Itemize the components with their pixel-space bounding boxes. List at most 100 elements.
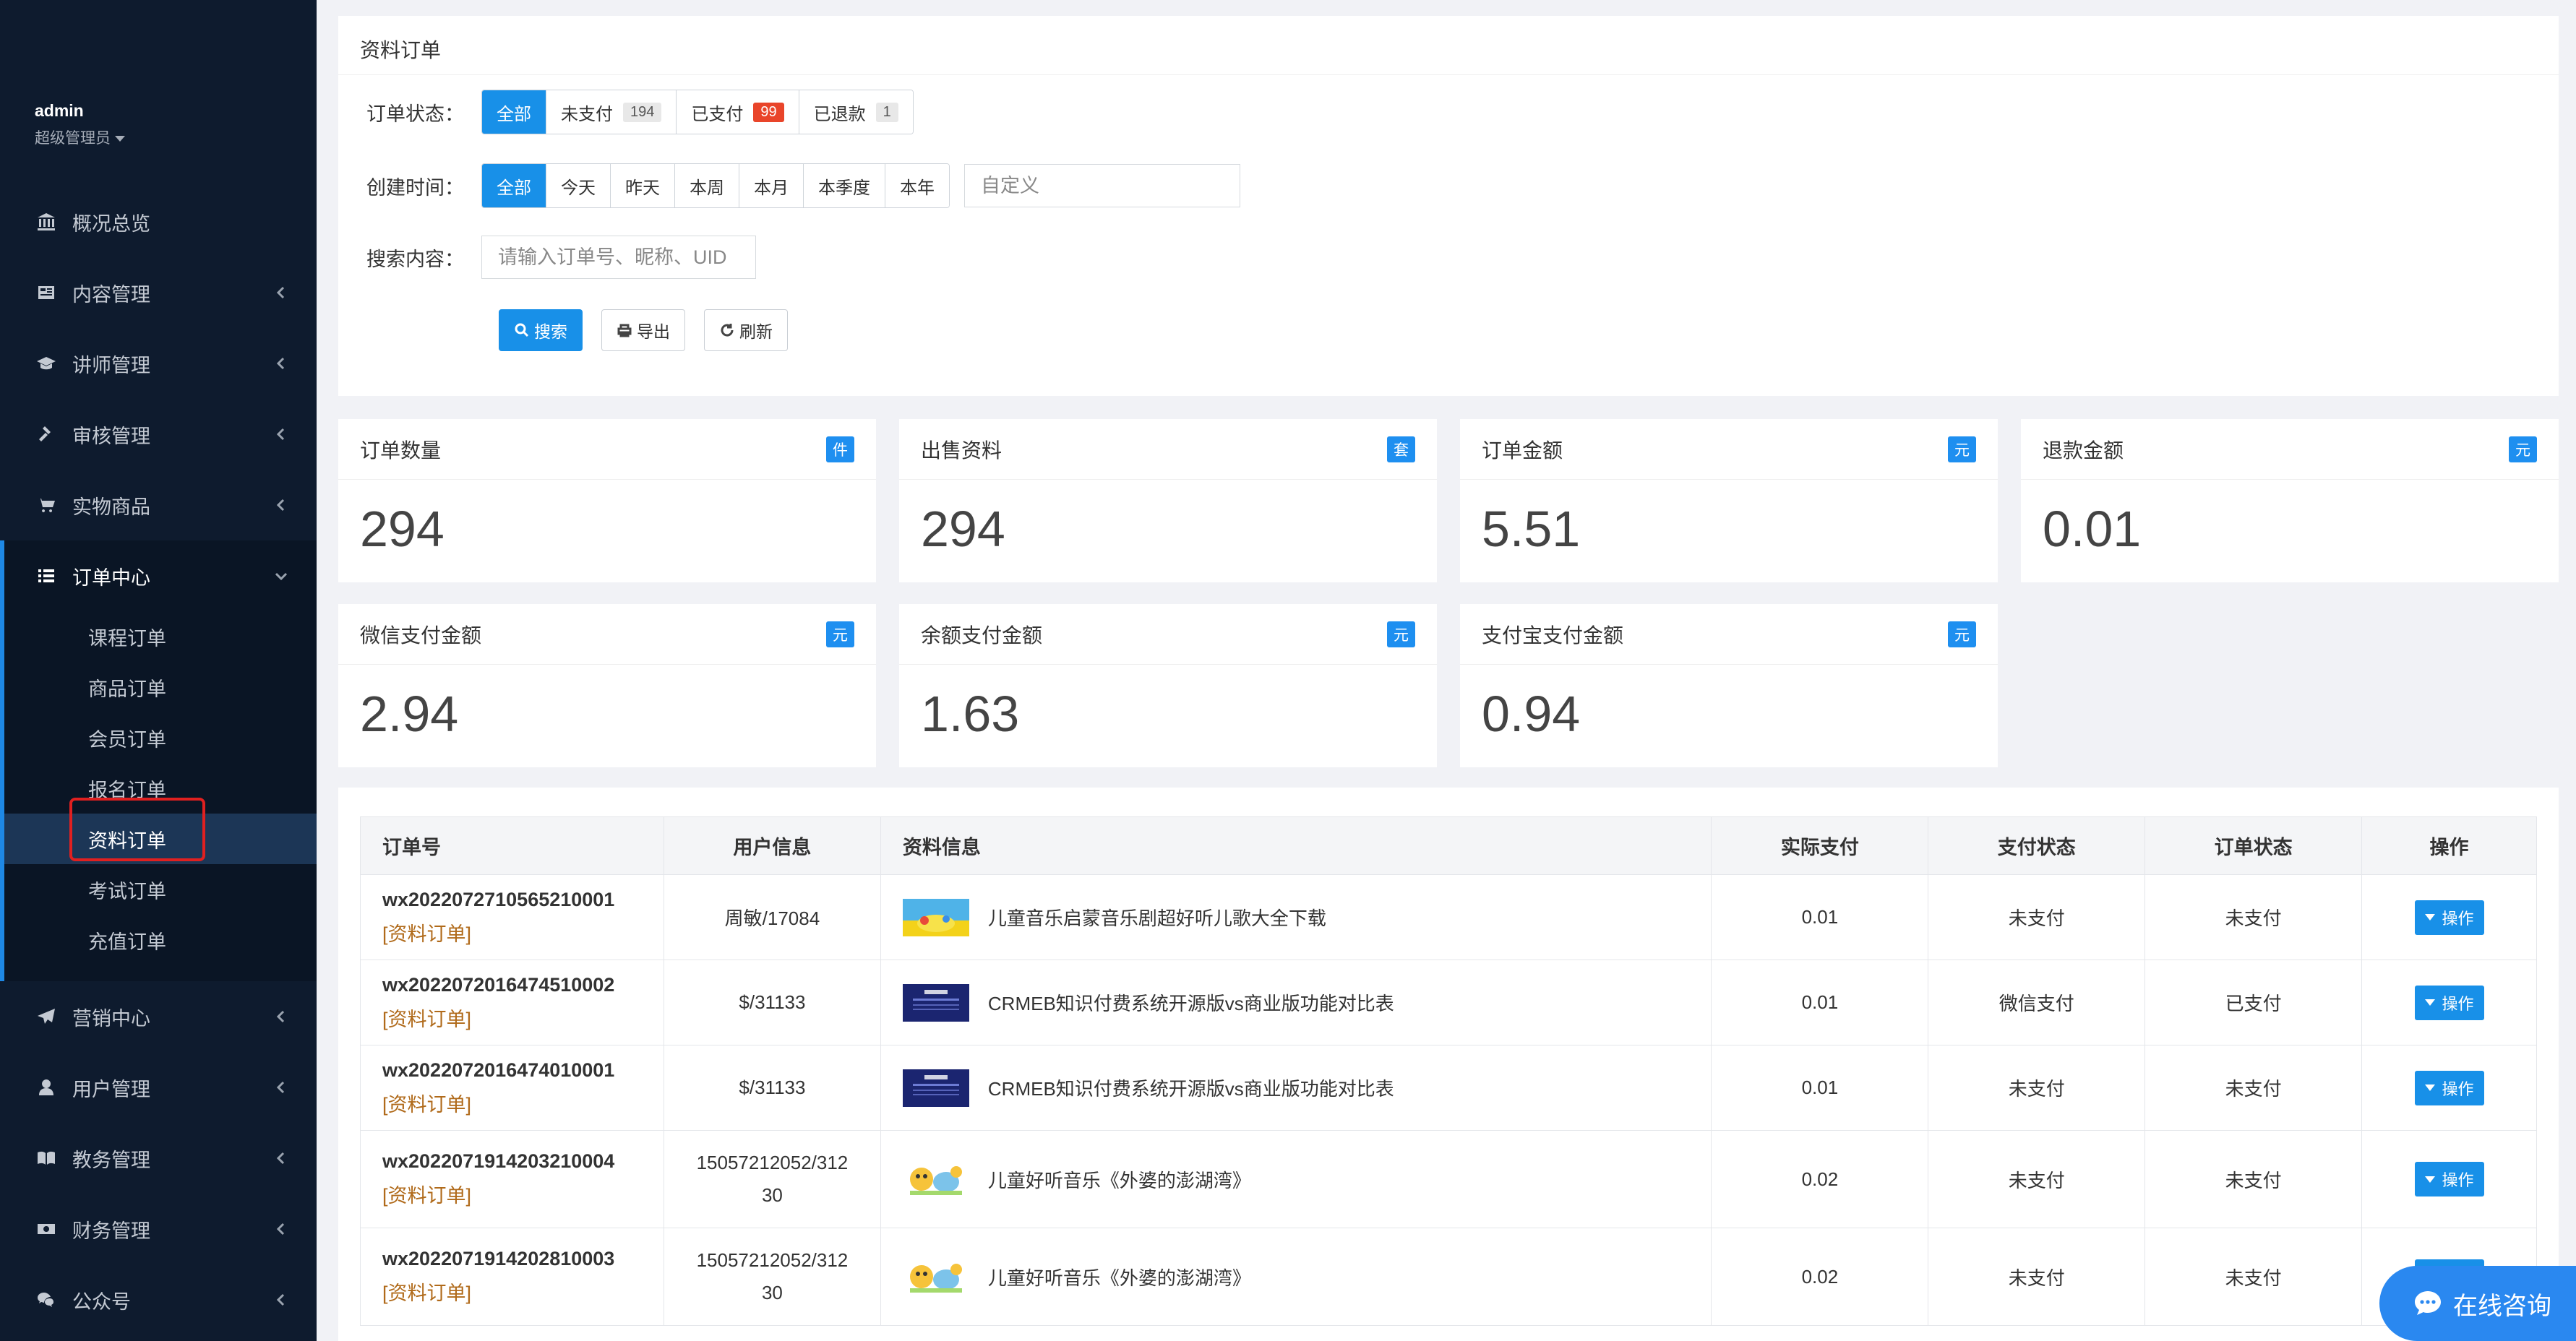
user-info-cell: 周敏/17084 [663,874,881,960]
count-badge: 194 [623,102,662,122]
nav-label: 订单中心 [72,566,150,589]
order-status: 未支付 [2144,1228,2363,1326]
online-consult-button[interactable]: 在线咨询 [2379,1266,2576,1341]
time-month-button[interactable]: 本月 [739,164,804,207]
operation-label: 操作 [2442,994,2474,1013]
material-title[interactable]: 儿童音乐启蒙音乐剧超好听儿歌大全下载 [988,904,1326,931]
stat-title: 微信支付金额 [360,624,482,647]
custom-date-input[interactable] [964,164,1240,207]
orders-table: 订单号 用户信息 资料信息 实际支付 支付状态 订单状态 操作 wx202207… [360,816,2537,1326]
time-quarter-button[interactable]: 本季度 [804,164,885,207]
nav-label: 审核管理 [72,425,150,447]
operation-cell: 操作 [2361,960,2537,1045]
user-role[interactable]: 超级管理员 [35,126,317,148]
nav-item-academic[interactable]: 教务管理 [0,1123,317,1194]
material-info: 儿童好听音乐《外婆的澎湖湾》 [881,1160,1712,1198]
status-unpaid-button[interactable]: 未支付 194 [546,90,677,134]
col-order-status: 订单状态 [2144,816,2363,875]
sub-item-recharge-order[interactable]: 充值订单 [4,915,317,965]
status-label: 订单状态： [366,103,464,125]
nav-item-wechat[interactable]: 公众号 [0,1264,317,1335]
order-type-tag: [资料订单] [382,923,472,945]
material-info-cell: 儿童音乐启蒙音乐剧超好听儿歌大全下载 [880,874,1712,960]
search-row: 搜索内容： [360,236,756,279]
sub-item-course-order[interactable]: 课程订单 [4,611,317,662]
cart-icon [35,495,58,515]
order-number: wx2022072710565210001 [382,888,615,910]
nav-label: 概况总览 [72,212,150,235]
search-button[interactable]: 搜索 [499,309,583,351]
time-today-button[interactable]: 今天 [546,164,611,207]
pay-status: 未支付 [1928,874,2146,960]
nav-item-overview[interactable]: 概况总览 [0,186,317,257]
graduation-cap-icon [35,353,58,374]
order-status: 未支付 [2144,1130,2363,1228]
status-refunded-button[interactable]: 已退款 1 [799,90,913,134]
export-button[interactable]: 导出 [601,309,685,351]
nav-item-content[interactable]: 内容管理 [0,257,317,328]
status-paid-button[interactable]: 已支付 99 [677,90,799,134]
time-week-button[interactable]: 本周 [675,164,739,207]
newspaper-icon [35,283,58,303]
paper-plane-icon [35,1006,58,1027]
order-type-tag: [资料订单] [382,1185,472,1207]
nav-item-lecturer[interactable]: 讲师管理 [0,328,317,399]
material-title[interactable]: 儿童好听音乐《外婆的澎湖湾》 [988,1166,1251,1193]
refresh-button[interactable]: 刷新 [704,309,788,351]
material-title[interactable]: 儿童好听音乐《外婆的澎湖湾》 [988,1264,1251,1290]
stat-title: 出售资料 [921,439,1003,462]
nav-menu: 概况总览 内容管理 讲师管理 审核管理 实物商品 订单中心 课程订单 商品订单 … [0,186,317,1335]
nav-item-review[interactable]: 审核管理 [0,399,317,470]
status-all-button[interactable]: 全部 [482,90,546,134]
bank-icon [35,212,58,232]
nav-item-marketing[interactable]: 营销中心 [0,981,317,1052]
nav-item-users[interactable]: 用户管理 [0,1052,317,1123]
stat-card-wechat-pay: 微信支付金额 元 2.94 [338,604,876,767]
orders-table-panel: 订单号 用户信息 资料信息 实际支付 支付状态 订单状态 操作 wx202207… [338,788,2559,1341]
material-title[interactable]: CRMEB知识付费系统开源版vs商业版功能对比表 [988,1074,1394,1101]
chat-label: 在线咨询 [2453,1292,2551,1320]
order-type-tag: [资料订单] [382,1282,472,1304]
material-info: 儿童好听音乐《外婆的澎湖湾》 [881,1258,1712,1295]
material-info: CRMEB知识付费系统开源版vs商业版功能对比表 [881,983,1712,1022]
book-icon [35,1148,58,1168]
sub-item-goods-order[interactable]: 商品订单 [4,662,317,712]
search-input[interactable] [481,236,756,279]
pay-status: 微信支付 [1928,960,2146,1045]
operation-dropdown-button[interactable]: 操作 [2414,1162,2484,1196]
user-profile[interactable]: admin 超级管理员 [0,0,317,186]
order-number: wx2022071914203210004 [382,1150,615,1172]
operation-dropdown-button[interactable]: 操作 [2414,900,2484,935]
operation-dropdown-button[interactable]: 操作 [2414,985,2484,1020]
time-yesterday-button[interactable]: 昨天 [611,164,675,207]
table-row: wx2022072710565210001 [资料订单] 周敏/17084 儿童音乐启… [360,874,2537,960]
order-status: 未支付 [2144,874,2363,960]
list-icon [35,566,58,586]
material-info-cell: 儿童好听音乐《外婆的澎湖湾》 [880,1130,1712,1228]
nav-item-finance[interactable]: 财务管理 [0,1194,317,1264]
operation-cell: 操作 [2361,1130,2537,1228]
material-thumbnail [902,1258,969,1295]
unit-tag: 元 [1387,621,1415,647]
chat-bubble-icon [2415,1291,2441,1315]
order-number: wx2022071914202810003 [382,1248,615,1269]
table-row: wx2022071914203210004 [资料订单] 15057212052/3… [360,1130,2537,1228]
search-label: 搜索内容： [366,248,464,270]
material-title[interactable]: CRMEB知识付费系统开源版vs商业版功能对比表 [988,989,1394,1016]
material-thumbnail [902,983,969,1022]
sub-item-exam-order[interactable]: 考试订单 [4,864,317,915]
operation-label: 操作 [2442,1171,2474,1189]
time-all-button[interactable]: 全部 [482,164,546,207]
nav-item-order-center[interactable]: 订单中心 [4,540,317,611]
actual-paid: 0.02 [1711,1130,1929,1228]
time-year-button[interactable]: 本年 [885,164,949,207]
material-thumbnail [902,898,969,936]
stat-value: 0.94 [1482,686,1581,742]
order-no-cell: wx2022072016474510002 [资料订单] [360,960,664,1045]
nav-item-goods[interactable]: 实物商品 [0,470,317,540]
nav-group-order-center: 订单中心 课程订单 商品订单 会员订单 报名订单 资料订单 考试订单 充值订单 [0,540,317,981]
count-badge: 99 [753,102,784,122]
operation-dropdown-button[interactable]: 操作 [2414,1070,2484,1105]
sub-item-member-order[interactable]: 会员订单 [4,712,317,763]
